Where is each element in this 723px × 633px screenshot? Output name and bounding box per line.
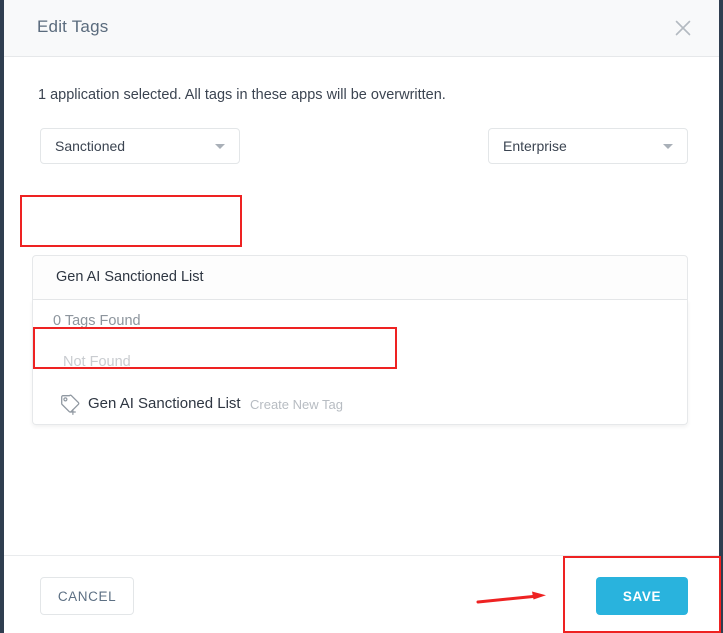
tag-plus-icon	[59, 393, 81, 415]
app-category-select-value: Enterprise	[503, 138, 567, 154]
create-new-tag-option[interactable]: Gen AI Sanctioned List Create New Tag	[33, 390, 687, 424]
close-icon[interactable]	[671, 16, 695, 40]
tag-suggestions-panel: 0 Tags Found Not Found Gen AI Sanctioned…	[32, 300, 688, 425]
cancel-button[interactable]: CANCEL	[40, 577, 134, 615]
sanction-status-select-value: Sanctioned	[55, 138, 126, 154]
selection-notice: 1 application selected. All tags in thes…	[38, 87, 446, 103]
page-title: Edit Tags	[37, 17, 109, 36]
tag-search-input-value: Gen AI Sanctioned List	[56, 269, 204, 285]
save-button[interactable]: SAVE	[596, 577, 688, 615]
tag-results-empty: Not Found	[63, 354, 131, 370]
app-category-select[interactable]: Enterprise	[488, 128, 688, 164]
chevron-down-icon	[215, 144, 225, 149]
modal-footer: CANCEL SAVE	[4, 555, 719, 633]
chevron-down-icon	[663, 144, 673, 149]
screen-root: Edit Tags 1 application selected. All ta…	[0, 0, 723, 633]
modal-header: Edit Tags	[4, 0, 719, 57]
sanction-status-select[interactable]: Sanctioned	[40, 128, 240, 164]
app-chrome-right-edge	[719, 0, 723, 633]
tag-search-input[interactable]: Gen AI Sanctioned List	[32, 255, 688, 300]
modal-body: 1 application selected. All tags in thes…	[4, 57, 719, 555]
create-new-tag-hint: Create New Tag	[250, 397, 343, 412]
edit-tags-modal: Edit Tags 1 application selected. All ta…	[4, 0, 719, 633]
tag-results-count: 0 Tags Found	[53, 313, 141, 329]
create-new-tag-label: Gen AI Sanctioned List	[88, 395, 241, 412]
